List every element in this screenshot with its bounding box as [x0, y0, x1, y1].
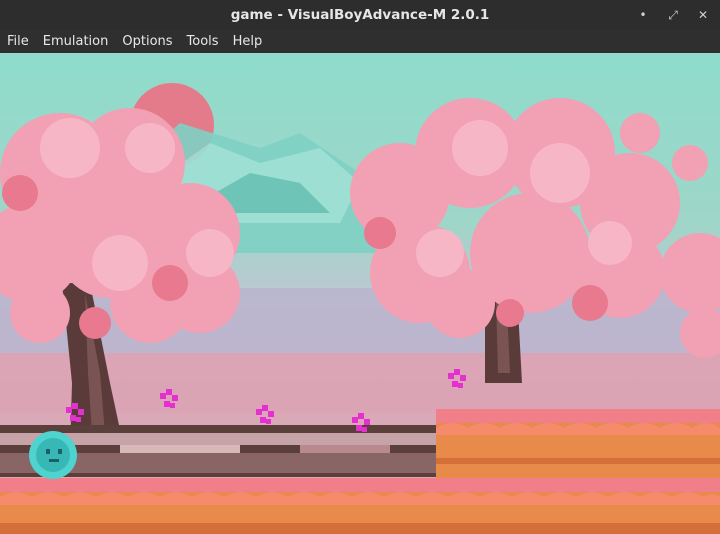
- menu-tools[interactable]: Tools: [180, 30, 226, 53]
- minimize-icon[interactable]: •: [632, 4, 654, 26]
- menu-help[interactable]: Help: [226, 30, 270, 53]
- game-scene: [0, 53, 720, 534]
- player-character: [29, 431, 77, 479]
- menu-file[interactable]: File: [0, 30, 36, 53]
- close-icon[interactable]: ✕: [692, 4, 714, 26]
- emulator-window: game - VisualBoyAdvance-M 2.0.1 • ⤢ ✕ Fi…: [0, 0, 720, 534]
- window-title: game - VisualBoyAdvance-M 2.0.1: [230, 7, 490, 23]
- game-screen[interactable]: [0, 53, 720, 534]
- maximize-icon[interactable]: ⤢: [662, 4, 684, 26]
- title-bar[interactable]: game - VisualBoyAdvance-M 2.0.1 • ⤢ ✕: [0, 0, 720, 31]
- right-platform: [436, 409, 720, 479]
- menu-options[interactable]: Options: [115, 30, 179, 53]
- menu-emulation[interactable]: Emulation: [36, 30, 116, 53]
- menu-bar: File Emulation Options Tools Help: [0, 30, 720, 53]
- foreground-ground: [0, 478, 720, 534]
